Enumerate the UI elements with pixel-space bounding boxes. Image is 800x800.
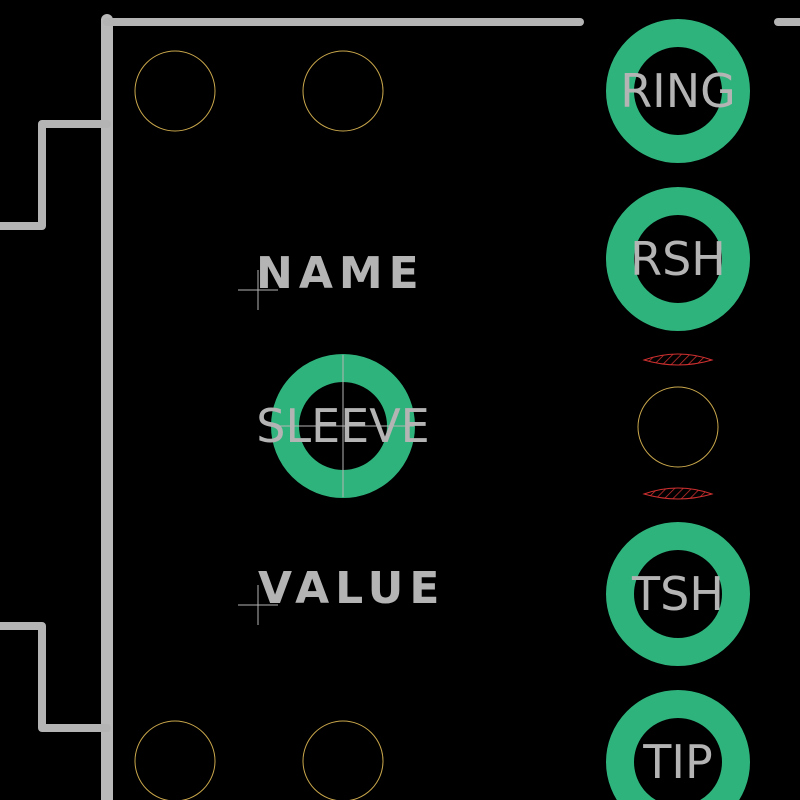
pad-ring[interactable]: RING <box>606 19 750 163</box>
mounting-hole <box>302 720 384 800</box>
pad-tip-label: TIP <box>642 735 712 789</box>
pad-rsh-label: RSH <box>630 232 726 286</box>
name-label: NAME <box>256 248 425 299</box>
mounting-hole <box>134 720 216 800</box>
outline-notch-bottom <box>0 622 111 732</box>
pad-tsh[interactable]: TSH <box>606 522 750 666</box>
value-label: VALUE <box>258 563 445 614</box>
pad-sleeve[interactable]: SLEEVE <box>256 354 430 498</box>
pad-ring-label: RING <box>620 64 736 118</box>
pad-rsh[interactable]: RSH <box>606 187 750 331</box>
mounting-hole <box>302 50 384 132</box>
pcb-footprint-view: NAME VALUE RING RSH SLEEVE TSH TIP <box>0 14 800 800</box>
outline-notch-top <box>0 120 111 230</box>
keepout-marks <box>642 353 714 500</box>
pad-sleeve-label: SLEEVE <box>256 399 430 453</box>
keepout-mark <box>642 487 714 500</box>
mounting-hole <box>134 50 216 132</box>
pad-tip[interactable]: TIP <box>606 690 750 800</box>
pad-tsh-label: TSH <box>631 567 724 621</box>
mounting-hole <box>637 386 719 468</box>
keepout-mark <box>642 353 714 366</box>
